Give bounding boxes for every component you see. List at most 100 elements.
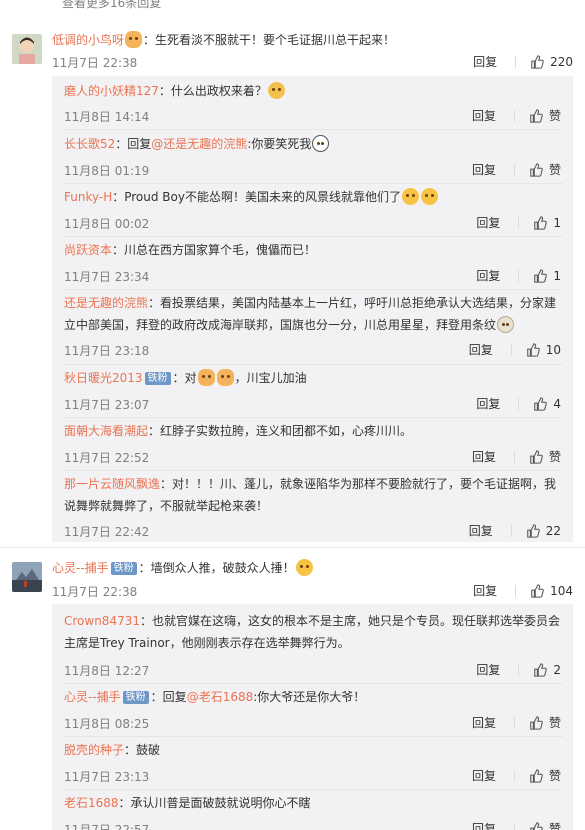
reply-button[interactable]: 回复 — [472, 820, 496, 830]
reply-date: 11月7日 23:18 — [64, 344, 150, 358]
reply-button[interactable]: 回复 — [476, 661, 500, 678]
reply-item: 那一片云随风飘逸：对！！！川、蓬儿，就象诬陷华为那样不要脸就行了，要个毛证据啊，… — [52, 471, 573, 542]
reply-author[interactable]: 秋日暖光2013 — [64, 371, 143, 385]
thumbs-up-icon[interactable] — [533, 215, 548, 230]
divider — [513, 163, 515, 176]
avatar[interactable] — [12, 562, 42, 592]
reply-author[interactable]: 脱壳的种子 — [64, 743, 124, 757]
thumbs-up-icon[interactable] — [526, 523, 540, 538]
thumbs-up-icon[interactable] — [529, 821, 543, 830]
thumbs-up-icon[interactable] — [530, 54, 544, 69]
fan-badge: 铁粉 — [122, 691, 149, 704]
reply-list: 磨人的小妖精127：什么出政权来着？ 11月8日 14:14 回复赞 长长歌52… — [52, 76, 573, 542]
reply-button[interactable]: 回复 — [472, 161, 496, 178]
reply-item: 面朝大海看潮起：红脖子实数拉胯，连义和团都不如，心疼川川。 11月7日 22:5… — [52, 418, 573, 471]
reply-item: 脱壳的种子：鼓破 11月7日 23:13 回复 赞 — [52, 737, 573, 790]
reply-text: ：什么出政权来着？ — [158, 84, 267, 98]
like-count: 2 — [553, 662, 561, 677]
divider — [518, 397, 520, 410]
reply-author[interactable]: Crown84731 — [64, 614, 140, 628]
reply-item: 秋日暖光2013 铁粉 ：对 ，川宝儿加油 11月7日 23:07 回复 4 — [52, 365, 573, 418]
fan-badge: 铁粉 — [110, 562, 137, 575]
reply-button[interactable]: 回复 — [472, 448, 496, 465]
thumbs-up-icon[interactable] — [529, 715, 543, 730]
reply-date: 11月7日 22:57 — [64, 823, 150, 830]
reply-date: 11月7日 22:42 — [64, 525, 150, 539]
reply-date: 11月7日 23:13 — [64, 770, 150, 784]
mention-link[interactable]: @老石1688 — [187, 690, 254, 704]
reply-date: 11月8日 12:27 — [64, 664, 150, 678]
thumbs-up-icon[interactable] — [529, 108, 543, 123]
like-count: 4 — [553, 396, 561, 411]
thumbs-up-icon[interactable] — [529, 768, 543, 783]
reply-date: 11月7日 22:52 — [64, 451, 150, 465]
divider — [518, 269, 520, 282]
divider — [513, 450, 515, 463]
emoji-icon — [421, 188, 438, 205]
like-count: 赞 — [548, 769, 561, 783]
thumbs-up-icon[interactable] — [530, 583, 544, 598]
commenter-name[interactable]: 心灵--捕手 — [52, 561, 109, 575]
like-count: 220 — [550, 54, 573, 69]
reply-button[interactable]: 回复 — [469, 522, 493, 539]
reply-date: 11月7日 23:34 — [64, 270, 150, 284]
divider — [515, 55, 517, 68]
divider — [518, 216, 520, 229]
like-count: 10 — [545, 342, 561, 357]
emoji-icon — [312, 135, 330, 152]
thumbs-up-icon[interactable] — [529, 449, 543, 464]
reply-author[interactable]: 长长歌52 — [64, 137, 115, 151]
like-count: 赞 — [548, 716, 561, 730]
avatar[interactable] — [12, 34, 42, 64]
reply-button[interactable]: 回复 — [472, 714, 496, 731]
divider — [515, 584, 517, 597]
reply-button[interactable]: 回复 — [476, 395, 500, 412]
like-count: 22 — [545, 523, 561, 538]
reply-text: :你要笑死我 — [247, 137, 312, 151]
thumbs-up-icon[interactable] — [533, 662, 548, 677]
reply-text: ：Proud Boy不能怂啊！美国未来的风景线就靠他们了 — [112, 190, 401, 204]
thumbs-up-icon[interactable] — [533, 268, 548, 283]
reply-author[interactable]: 还是无趣的浣熊 — [64, 296, 148, 310]
reply-button[interactable]: 回复 — [469, 341, 493, 358]
reply-author[interactable]: 心灵--捕手 — [64, 690, 121, 704]
reply-author[interactable]: Funky-H — [64, 190, 112, 204]
emoji-icon — [197, 369, 215, 386]
reply-date: 11月8日 08:25 — [64, 717, 150, 731]
reply-author[interactable]: 面朝大海看潮起 — [64, 424, 148, 438]
reply-author[interactable]: 磨人的小妖精127 — [64, 84, 159, 98]
divider — [510, 343, 512, 356]
reply-button[interactable]: 回复 — [473, 582, 497, 599]
mention-link[interactable]: @还是无趣的浣熊 — [151, 137, 247, 151]
like-count: 1 — [553, 215, 561, 230]
reply-item: 还是无趣的浣熊：看投票结果，美国内陆基本上一片红，呼吁川总拒绝承认大选结果，分家… — [52, 290, 573, 365]
comment: 心灵--捕手 铁粉 ：墙倒众人推，破鼓众人捶！ 11月7日 22:38 回复 104… — [0, 556, 585, 830]
reply-author[interactable]: 尚跃资本 — [64, 243, 112, 257]
reply-button[interactable]: 回复 — [476, 267, 500, 284]
reply-button[interactable]: 回复 — [473, 53, 497, 70]
reply-date: 11月8日 14:14 — [64, 110, 150, 124]
thumbs-up-icon[interactable] — [529, 162, 543, 177]
reply-text: ：川总在西方国家算个毛，傀儡而已！ — [112, 243, 317, 257]
reply-button[interactable]: 回复 — [476, 214, 500, 231]
reply-button[interactable]: 回复 — [472, 767, 496, 784]
reply-text: ：承认川普是面破鼓就说明你心不瞎 — [118, 796, 311, 810]
reply-text: ：回复 — [115, 137, 152, 151]
comment-text: ：生死看淡不服就干！要个毛证据川总干起来！ — [143, 33, 396, 47]
reply-text: :你大爷还是你大爷！ — [253, 690, 366, 704]
reply-item: 老石1688：承认川普是面破鼓就说明你心不瞎 11月7日 22:57 回复 赞 — [52, 790, 573, 830]
more-replies-link[interactable]: 查看更多16条回复 — [62, 0, 161, 10]
divider — [513, 769, 515, 782]
reply-item: 心灵--捕手 铁粉 ：回复@老石1688:你大爷还是你大爷！ 11月8日 08:25… — [52, 684, 573, 737]
divider — [510, 524, 512, 537]
reply-button[interactable]: 回复 — [472, 107, 496, 124]
reply-author[interactable]: 老石1688 — [64, 796, 119, 810]
reply-date: 11月7日 23:07 — [64, 398, 150, 412]
thumbs-up-icon[interactable] — [526, 342, 540, 357]
like-count: 赞 — [548, 163, 561, 177]
commenter-name[interactable]: 低调的小鸟呀 — [52, 33, 124, 47]
reply-author[interactable]: 那一片云随风飘逸 — [64, 477, 160, 491]
thumbs-up-icon[interactable] — [533, 396, 548, 411]
reply-item: 磨人的小妖精127：什么出政权来着？ 11月8日 14:14 回复 赞 — [52, 78, 573, 130]
comment: 低调的小鸟呀 ：生死看淡不服就干！要个毛证据川总干起来！ 11月7日 22:38 … — [0, 28, 585, 542]
